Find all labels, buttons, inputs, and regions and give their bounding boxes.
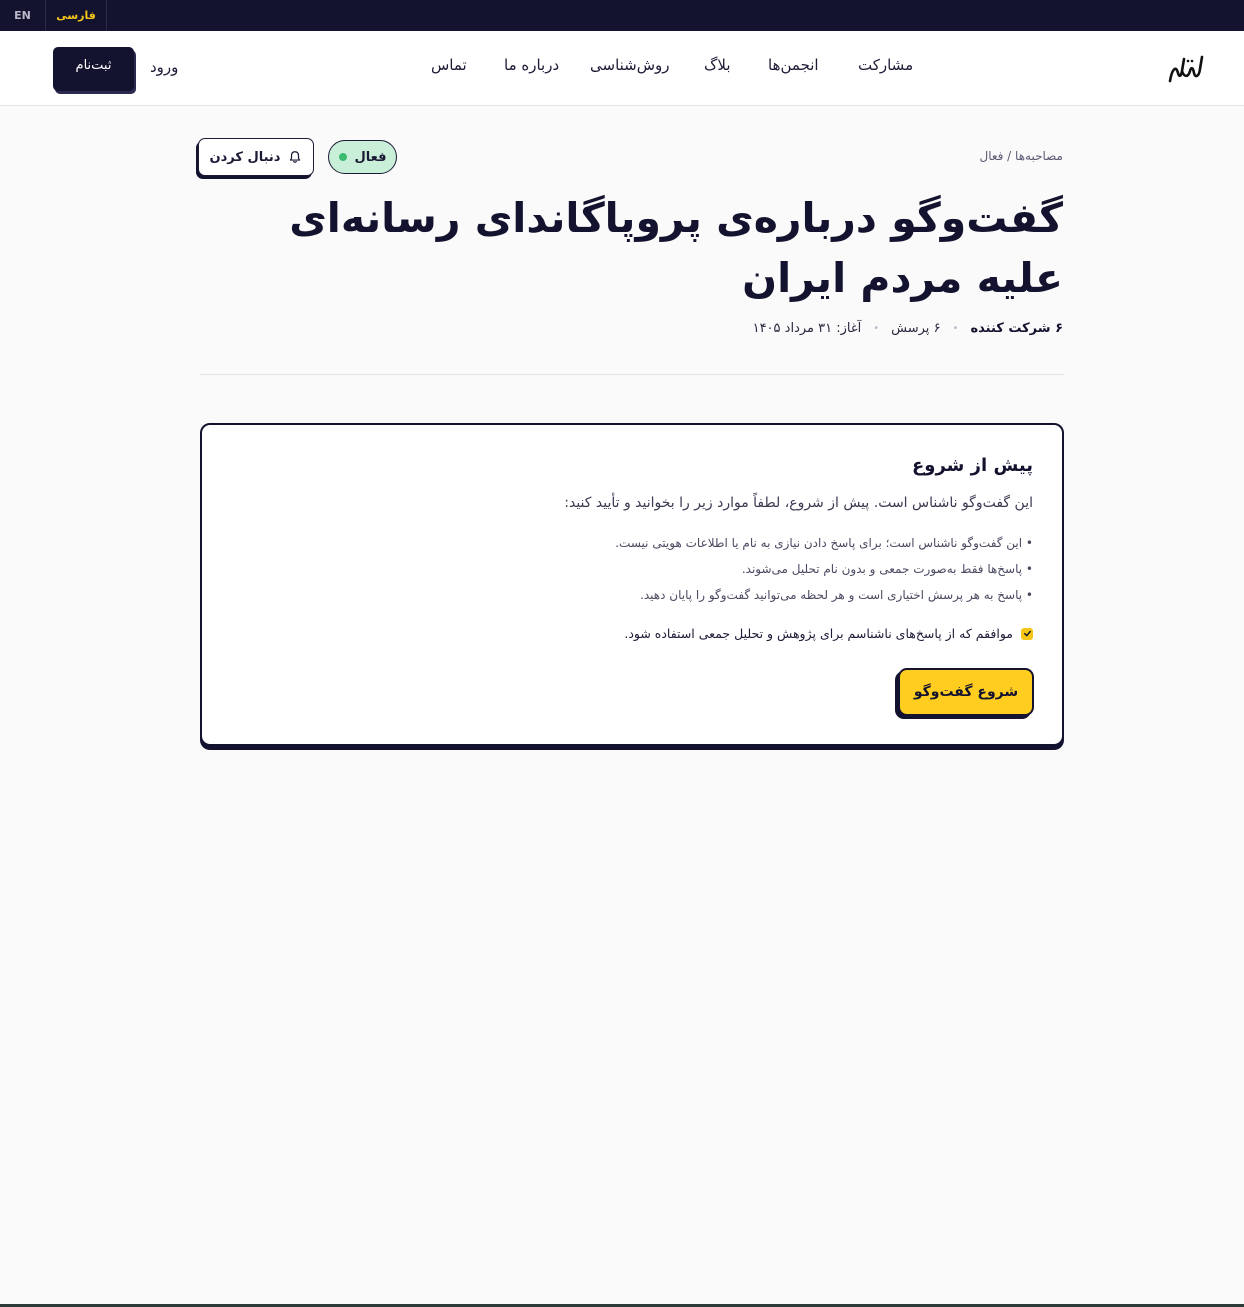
status-label: فعال	[354, 149, 387, 165]
nav-forums[interactable]: انجمن‌ها	[768, 56, 819, 74]
follow-button[interactable]: دنبال کردن	[198, 138, 314, 176]
consent-checkbox[interactable]	[1021, 627, 1033, 640]
consent-label: موافقم که از پاسخ‌های ناشناسم برای پژوهش…	[624, 626, 1013, 641]
card-title: پیش از شروع	[912, 455, 1033, 476]
status-badge: فعال	[328, 140, 397, 174]
follow-label: دنبال کردن	[209, 149, 281, 165]
meta-separator: •	[952, 323, 959, 334]
notice-list: • این گفت‌وگو ناشناس است؛ برای پاسخ دادن…	[615, 533, 1033, 611]
nav-about[interactable]: درباره ما	[504, 56, 559, 74]
nav-methodology[interactable]: روش‌شناسی	[590, 56, 670, 74]
nav-participation[interactable]: مشارکت	[858, 56, 913, 74]
lang-en-button[interactable]: EN	[0, 0, 46, 31]
site-header: مشارکت انجمن‌ها بلاگ روش‌شناسی درباره ما…	[0, 31, 1244, 106]
participants-count: ۶ شرکت کننده	[970, 321, 1063, 336]
page-title: گفت‌وگو درباره‌ی پروپاگاندای رسانه‌ای عل…	[289, 194, 1063, 302]
questions-count: ۶ پرسش	[891, 321, 941, 336]
section-divider	[200, 374, 1064, 375]
language-bar: EN فارسی	[0, 0, 1244, 31]
login-link[interactable]: ورود	[150, 58, 178, 76]
signup-button[interactable]: ثبت‌نام	[53, 47, 134, 91]
site-logo[interactable]	[1166, 51, 1206, 85]
nav-contact[interactable]: تماس	[431, 56, 467, 74]
start-date: آغاز: ۳۱ مرداد ۱۴۰۵	[752, 321, 862, 336]
before-start-card: پیش از شروع این گفت‌وگو ناشناس است. پیش …	[200, 423, 1064, 746]
consent-row[interactable]: موافقم که از پاسخ‌های ناشناسم برای پژوهش…	[624, 626, 1033, 641]
bell-icon	[290, 151, 301, 163]
start-conversation-button[interactable]: شروع گفت‌وگو	[898, 668, 1034, 716]
interview-meta: ۶ شرکت کننده • ۶ پرسش • آغاز: ۳۱ مرداد ۱…	[753, 321, 1063, 336]
check-icon	[1023, 630, 1031, 637]
list-item: • پاسخ به هر پرسش اختیاری است و هر لحظه …	[640, 588, 1033, 602]
list-item: • پاسخ‌ها فقط به‌صورت جمعی و بدون نام تح…	[741, 562, 1033, 576]
nav-blog[interactable]: بلاگ	[704, 56, 731, 74]
list-item: • این گفت‌وگو ناشناس است؛ برای پاسخ دادن…	[615, 536, 1033, 550]
meta-separator: •	[873, 323, 880, 334]
card-intro: این گفت‌وگو ناشناس است. پیش از شروع، لطف…	[564, 495, 1033, 511]
breadcrumb[interactable]: مصاحبه‌ها / فعال	[979, 149, 1063, 163]
lang-fa-button[interactable]: فارسی	[46, 0, 107, 31]
status-dot-icon	[338, 153, 347, 161]
logo-icon	[1168, 55, 1204, 83]
